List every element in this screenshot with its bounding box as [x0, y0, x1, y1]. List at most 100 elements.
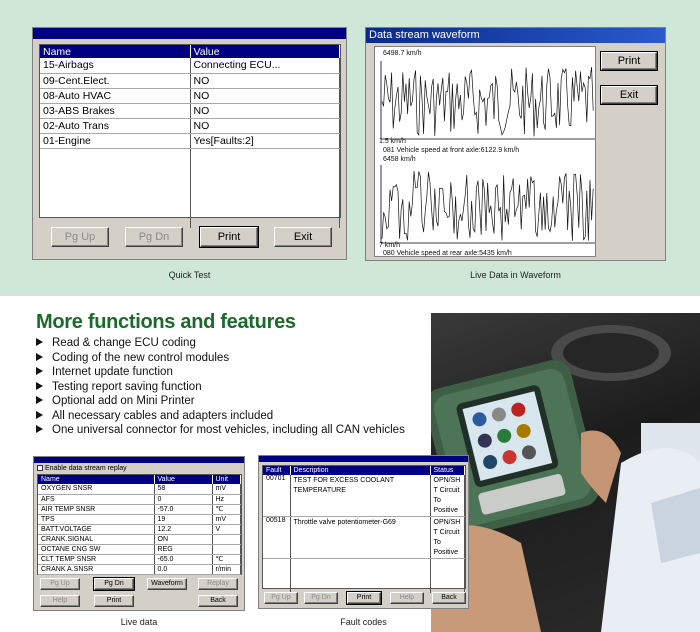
fault-codes-table: Fault Description Status 00701 TEST FOR EXC…: [262, 465, 466, 593]
rear-axle-waveform: [380, 165, 595, 244]
column-header-description: Description: [290, 466, 431, 475]
column-header-name: Name: [40, 45, 191, 58]
table-row[interactable]: CLT TEMP SNSR -65.0 ℃: [38, 554, 241, 565]
table-row[interactable]: 01-Engine Yes[Faults:2]: [40, 133, 340, 149]
row-value: NO: [190, 103, 340, 119]
row-value: Connecting ECU...: [190, 58, 340, 74]
waveform-caption: Live Data in Waveform: [470, 270, 561, 280]
column-header-value: Value: [190, 45, 340, 58]
table-row[interactable]: TPS 19 mV: [38, 514, 241, 525]
waveform-plot-area: 6498.7 km/h 1.5 km/h 081 Vehicle speed a…: [374, 46, 596, 257]
column-header-status: Status: [430, 466, 465, 475]
table-row[interactable]: OXYGEN SNSR 58 mV: [38, 484, 241, 495]
row-name: 03-ABS Brakes: [40, 103, 191, 119]
live-data-caption: Live data: [120, 617, 158, 627]
table-row[interactable]: BATT.VOLTAGE 12.2 V: [38, 524, 241, 535]
feature-item: Optional add on Mini Printer: [36, 394, 431, 409]
live-print-button[interactable]: Print: [94, 595, 134, 607]
features-heading: More functions and features: [36, 311, 296, 333]
row-name: 09-Cent.Elect.: [40, 73, 191, 89]
fault-print-button[interactable]: Print: [346, 591, 382, 605]
live-back-button[interactable]: Back: [198, 595, 238, 607]
table-row[interactable]: 08-Auto HVAC NO: [40, 88, 340, 104]
rear-axle-max: 6458 km/h: [383, 156, 416, 163]
feature-item: Testing report saving function: [36, 380, 431, 395]
table-row[interactable]: AIR TEMP SNSR -57.0 ℃: [38, 504, 241, 515]
live-help-button[interactable]: Help: [40, 595, 80, 607]
live-data-window: Enable data stream replay Name Value Unit …: [33, 456, 245, 611]
table-row[interactable]: CRANK.SIGNAL ON: [38, 534, 241, 545]
quick-test-titlebar: [33, 28, 346, 39]
feature-item: All necessary cables and adapters includ…: [36, 409, 431, 424]
fault-codes-caption: Fault codes: [340, 617, 387, 627]
waveform-axis: [380, 61, 595, 140]
waveform-print-button[interactable]: Print: [600, 51, 658, 71]
feature-item: Coding of the new control modules: [36, 351, 431, 366]
waveform-exit-button[interactable]: Exit: [600, 85, 658, 105]
fault-pg-up-button[interactable]: Pg Up: [264, 592, 298, 604]
bullet-arrow-icon: [36, 352, 43, 361]
table-row[interactable]: CRANK A.SNSR 0.0 r/min: [38, 564, 241, 575]
row-value: Yes[Faults:2]: [190, 133, 340, 149]
features-list: Read & change ECU coding Coding of the n…: [36, 336, 431, 438]
rear-axle-label: 080 Vehicle speed at rear axle:5435 km/h: [383, 250, 512, 257]
bullet-arrow-icon: [36, 425, 43, 433]
exit-button[interactable]: Exit: [274, 227, 332, 247]
fault-codes-titlebar: [259, 456, 468, 462]
row-value: NO: [190, 88, 340, 104]
quick-test-table: Name Value 15-Airbags Connecting ECU... 09…: [39, 44, 341, 228]
table-row[interactable]: AFS 0 Hz: [38, 494, 241, 505]
live-pg-up-button[interactable]: Pg Up: [40, 578, 80, 590]
fault-help-button[interactable]: Help: [390, 592, 424, 604]
print-button[interactable]: Print: [199, 226, 259, 248]
front-axle-label: 081 Vehicle speed at front axle:6122.9 k…: [383, 147, 520, 154]
waveform-button[interactable]: Waveform: [147, 578, 187, 590]
row-name: 15-Airbags: [40, 58, 191, 74]
fault-back-button[interactable]: Back: [432, 592, 466, 604]
quick-test-caption: Quick Test: [168, 270, 211, 280]
row-value: NO: [190, 73, 340, 89]
feature-item: Internet update function: [36, 365, 431, 380]
column-header-fault: Fault: [263, 466, 291, 475]
bullet-arrow-icon: [36, 338, 43, 346]
table-row[interactable]: 02-Auto Trans NO: [40, 118, 340, 134]
row-name: 02-Auto Trans: [40, 118, 191, 134]
replay-button[interactable]: Replay: [198, 578, 238, 590]
waveform-trace: [381, 67, 594, 137]
table-row[interactable]: 00701 TEST FOR EXCESS COOLANT TEMPERATURE…: [263, 475, 465, 517]
pg-dn-button[interactable]: Pg Dn: [125, 227, 183, 247]
table-row[interactable]: 09-Cent.Elect. NO: [40, 73, 340, 89]
front-axle-waveform: [380, 61, 595, 140]
bullet-arrow-icon: [36, 381, 43, 390]
quick-test-window: Name Value 15-Airbags Connecting ECU... 09…: [32, 27, 347, 260]
table-row[interactable]: 03-ABS Brakes NO: [40, 103, 340, 119]
pg-up-button[interactable]: Pg Up: [51, 227, 109, 247]
fault-pg-dn-button[interactable]: Pg Dn: [304, 592, 338, 604]
fault-codes-window: Fault Description Status 00701 TEST FOR EXC…: [258, 455, 469, 609]
front-axle-min: 1.5 km/h: [379, 138, 406, 145]
front-axle-max: 6498.7 km/h: [383, 50, 422, 57]
replay-checkbox-label: Enable data stream replay: [44, 465, 127, 472]
replay-checkbox-row[interactable]: Enable data stream replay: [37, 465, 127, 472]
column-header-value: Value: [154, 475, 213, 484]
replay-checkbox[interactable]: [37, 465, 43, 471]
live-data-table: Name Value Unit OXYGEN SNSR 58 mV AFS 0 Hz AIR…: [37, 474, 242, 575]
column-header-name: Name: [38, 475, 155, 484]
live-pg-dn-button[interactable]: Pg Dn: [93, 577, 135, 591]
row-name: 08-Auto HVAC: [40, 88, 191, 104]
row-name: 01-Engine: [40, 133, 191, 149]
bullet-arrow-icon: [36, 367, 43, 375]
table-row[interactable]: 00518 Throttle valve potentiometer-G69 OPN…: [263, 516, 465, 559]
table-row[interactable]: OCTANE CNG SW REG: [38, 544, 241, 555]
table-row[interactable]: 15-Airbags Connecting ECU...: [40, 58, 340, 74]
bullet-arrow-icon: [36, 396, 43, 404]
scanner-device-image: [431, 325, 700, 632]
product-photo: [431, 313, 700, 632]
rear-axle-min: 7 km/h: [379, 242, 401, 249]
waveform-trace: [381, 170, 594, 241]
row-value: NO: [190, 118, 340, 134]
feature-item: Read & change ECU coding: [36, 336, 431, 351]
live-data-titlebar: [34, 457, 244, 463]
column-header-unit: Unit: [212, 475, 241, 484]
waveform-titlebar: Data stream waveform: [366, 28, 665, 43]
